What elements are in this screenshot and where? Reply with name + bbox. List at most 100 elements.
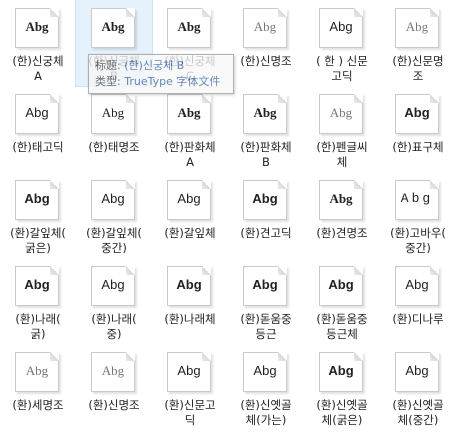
font-file-name: (한)판화체 B bbox=[240, 140, 292, 169]
font-sample-text: Abg bbox=[25, 363, 49, 378]
font-file-name: (한)판화체 A bbox=[164, 140, 216, 169]
font-file-icon: Abg bbox=[91, 266, 135, 306]
font-sample-text: Abg bbox=[177, 191, 201, 206]
font-sample-text: Abg bbox=[101, 363, 125, 378]
font-file-name: (환)디나루 bbox=[392, 312, 444, 326]
font-sample-text: Abg bbox=[24, 277, 50, 292]
font-file-name: (환)갈잎체( 굵은) bbox=[10, 226, 66, 255]
tooltip-type-value: TrueType 字体文件 bbox=[124, 75, 221, 88]
font-file-icon: Abg bbox=[91, 352, 135, 392]
font-sample-text: Abg bbox=[405, 19, 429, 34]
font-file-name: (환)신명조 bbox=[88, 398, 140, 412]
font-file-icon: Abg bbox=[91, 8, 135, 48]
font-file-item[interactable]: Abg (환)고바우( 중간) bbox=[380, 172, 456, 258]
font-file-item[interactable]: Abg (한)신명조 bbox=[228, 0, 304, 86]
font-file-icon: Abg bbox=[167, 266, 211, 306]
tooltip-type-key: 类型: bbox=[95, 75, 121, 88]
font-file-item[interactable]: Abg (환)돋움중 등근 bbox=[228, 258, 304, 344]
font-file-icon: Abg bbox=[15, 180, 59, 220]
font-file-name: (환)갈잎체 bbox=[164, 226, 216, 240]
font-file-item[interactable]: Abg (환)갈잎체 bbox=[152, 172, 228, 258]
font-file-name: (환)신옛골 체(중간) bbox=[392, 398, 444, 427]
font-file-icon: Abg bbox=[15, 8, 59, 48]
font-file-item[interactable]: Abg (한)판화체 B bbox=[228, 86, 304, 172]
font-file-item[interactable]: Abg (환)갈잎체( 중간) bbox=[76, 172, 152, 258]
file-info-tooltip: 标题: (한)신궁체 B 类型: TrueType 字体文件 bbox=[88, 54, 234, 94]
font-file-name: (환)신옛골 체(가는) bbox=[240, 398, 292, 427]
font-file-name: (환)견명조 bbox=[316, 226, 368, 240]
font-sample-text: Abg bbox=[253, 363, 277, 378]
font-file-icon: Abg bbox=[15, 94, 59, 134]
font-file-item[interactable]: Abg (환)나래체 bbox=[152, 258, 228, 344]
font-file-name: (환)돋움중 등근 bbox=[240, 312, 292, 341]
font-file-icon: Abg bbox=[319, 180, 363, 220]
font-file-item[interactable]: Abg (환)견명조 bbox=[304, 172, 380, 258]
font-sample-text: Abg bbox=[25, 19, 49, 34]
font-file-item[interactable]: Abg (한)판화체 A bbox=[152, 86, 228, 172]
font-file-name: (한)표구체 bbox=[392, 140, 444, 154]
font-sample-text: Abg bbox=[101, 191, 125, 206]
font-file-icon: Abg bbox=[243, 266, 287, 306]
font-file-icon: Abg bbox=[243, 352, 287, 392]
font-file-name: (환)신문고 딕 bbox=[164, 398, 216, 427]
font-file-item[interactable]: Abg (환)신옛골 체(굵은) bbox=[304, 344, 380, 430]
font-file-icon: Abg bbox=[91, 180, 135, 220]
font-sample-text: Abg bbox=[24, 191, 50, 206]
font-file-item[interactable]: Abg (한)태고딕 bbox=[0, 86, 76, 172]
font-sample-text: Abg bbox=[177, 19, 201, 34]
font-file-item[interactable]: Abg (환)신명조 bbox=[76, 344, 152, 430]
font-file-item[interactable]: Abg (환)세명조 bbox=[0, 344, 76, 430]
font-file-icon: Abg bbox=[15, 352, 59, 392]
font-file-item[interactable]: Abg (환)견고딕 bbox=[228, 172, 304, 258]
font-sample-text: Abg bbox=[101, 277, 125, 292]
font-file-item[interactable]: Abg (환)돋움중 등근체 bbox=[304, 258, 380, 344]
font-file-item[interactable]: Abg (환)신옛골 체(중간) bbox=[380, 344, 456, 430]
font-file-icon: Abg bbox=[395, 8, 439, 48]
font-file-item[interactable]: Abg (환)나래( 중) bbox=[76, 258, 152, 344]
font-sample-text: Abg bbox=[329, 105, 353, 120]
font-file-icon: Abg bbox=[319, 266, 363, 306]
font-file-name: (한)신문명 조 bbox=[392, 54, 444, 83]
font-file-item[interactable]: Abg (한)펜글씨 체 bbox=[304, 86, 380, 172]
font-file-icon: Abg bbox=[243, 8, 287, 48]
font-file-item[interactable]: Abg (환)나래( 굵) bbox=[0, 258, 76, 344]
font-sample-text: Abg bbox=[101, 105, 125, 120]
font-sample-text: Abg bbox=[329, 19, 353, 34]
font-file-item[interactable]: Abg (환)신옛골 체(가는) bbox=[228, 344, 304, 430]
font-file-name: (한)신명조 bbox=[240, 54, 292, 68]
font-sample-text: Abg bbox=[253, 19, 277, 34]
font-file-item[interactable]: Abg (환)신문고 딕 bbox=[152, 344, 228, 430]
font-file-item[interactable]: Abg (한)표구체 bbox=[380, 86, 456, 172]
font-sample-text: Abg bbox=[328, 277, 354, 292]
tooltip-title-row: 标题: (한)신궁체 B bbox=[95, 58, 227, 74]
font-file-icon: Abg bbox=[395, 266, 439, 306]
font-file-icon: Abg bbox=[395, 352, 439, 392]
font-file-item[interactable]: Abg (환)갈잎체( 굵은) bbox=[0, 172, 76, 258]
font-sample-text: Abg bbox=[176, 277, 202, 292]
font-file-name: (환)견고딕 bbox=[240, 226, 292, 240]
font-file-name: ( 한 ) 신문 고딕 bbox=[316, 54, 368, 83]
font-file-item[interactable]: Abg (환)디나루 bbox=[380, 258, 456, 344]
font-file-icon: Abg bbox=[167, 8, 211, 48]
font-file-name: (환)세명조 bbox=[12, 398, 64, 412]
font-file-name: (환)고바우( 중간) bbox=[390, 226, 446, 255]
font-file-icon: Abg bbox=[319, 94, 363, 134]
font-file-icon: Abg bbox=[243, 180, 287, 220]
font-file-name: (환)신옛골 체(굵은) bbox=[316, 398, 368, 427]
tooltip-title-value: (한)신궁체 B bbox=[124, 59, 185, 72]
font-file-item[interactable]: Abg (한)신궁체 A bbox=[0, 0, 76, 86]
font-file-item[interactable]: Abg (한)신문명 조 bbox=[380, 0, 456, 86]
tooltip-type-row: 类型: TrueType 字体文件 bbox=[95, 74, 227, 90]
font-file-item[interactable]: Abg ( 한 ) 신문 고딕 bbox=[304, 0, 380, 86]
font-file-name: (한)펜글씨 체 bbox=[316, 140, 368, 169]
font-sample-text: Abg bbox=[404, 105, 430, 120]
font-file-name: (환)나래체 bbox=[164, 312, 216, 326]
font-file-icon: Abg bbox=[167, 352, 211, 392]
font-file-icon: Abg bbox=[167, 94, 211, 134]
font-sample-text: Abg bbox=[328, 363, 354, 378]
font-sample-text: Abg bbox=[405, 277, 429, 292]
font-sample-text: Abg bbox=[405, 363, 429, 378]
font-file-item[interactable]: Abg (한)태명조 bbox=[76, 86, 152, 172]
font-sample-text: Abg bbox=[253, 105, 277, 120]
font-sample-text: Abg bbox=[177, 105, 201, 120]
